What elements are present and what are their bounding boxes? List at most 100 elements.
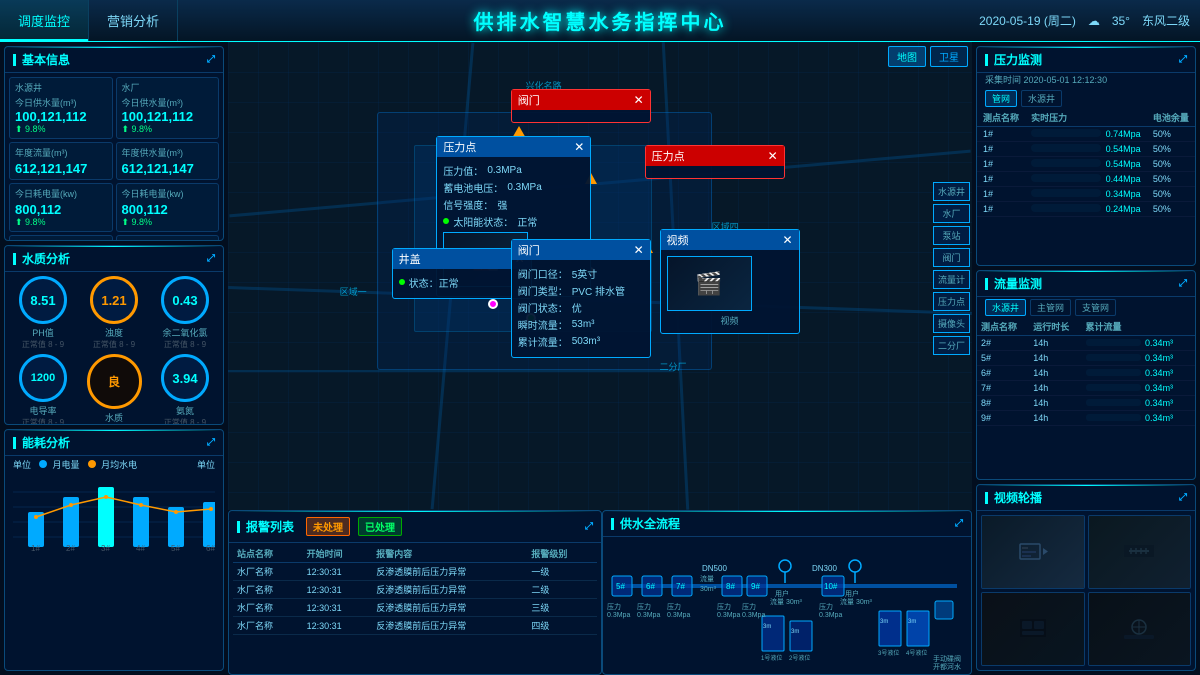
svg-text:2号液位: 2号液位 bbox=[789, 654, 810, 662]
alert-table: 站点名称 开始时间 报警内容 报警级别 水厂名称 12:30:31 反渗透膜前后… bbox=[233, 545, 597, 635]
popup-v2-r4: 瞬时流量： 53m³ bbox=[518, 317, 644, 332]
expand-icon-flowmon[interactable]: ⤢ bbox=[1179, 278, 1187, 289]
map-nav-meter[interactable]: 流量计 bbox=[933, 270, 970, 289]
expand-icon-flow[interactable]: ⤢ bbox=[955, 518, 963, 529]
video-thumb-4[interactable] bbox=[1088, 592, 1192, 666]
svg-text:30m³: 30m³ bbox=[700, 586, 717, 593]
pressure-monitor-title: 压力监测 ⤢ bbox=[977, 47, 1195, 73]
popup-pressure2-close[interactable]: ✕ bbox=[768, 149, 778, 163]
map-nav-camera[interactable]: 摄像头 bbox=[933, 314, 970, 333]
pressure-row-3: 1# 0.54Mpa 50% bbox=[977, 157, 1195, 172]
flow-monitor-tabs: 水源井 主管网 支管网 bbox=[977, 297, 1195, 318]
tab-dispatch[interactable]: 调度监控 bbox=[0, 0, 89, 41]
expand-icon[interactable]: ⤢ bbox=[207, 54, 215, 65]
gauge-ph: 8.51 PH值 正常值 8 - 9 bbox=[9, 276, 77, 350]
map-nav-source[interactable]: 水源井 bbox=[933, 182, 970, 201]
page-title: 供排水智慧水务指挥中心 bbox=[474, 6, 727, 35]
svg-text:4号液位: 4号液位 bbox=[906, 649, 927, 657]
pressure-tabs: 管网 水源井 bbox=[977, 88, 1195, 109]
flow-row-3: 6# 14h 0.34m³ bbox=[977, 366, 1195, 381]
flow-table: 测点名称 运行时长 累计流量 2# 14h 0.34m³ 5# 14h bbox=[977, 318, 1195, 426]
svg-text:0.3Mpa: 0.3Mpa bbox=[742, 612, 765, 619]
svg-text:0.3Mpa: 0.3Mpa bbox=[667, 612, 690, 619]
gauge-turbidity: 1.21 浊度 正常值 8 - 9 bbox=[80, 276, 148, 350]
flow-monitor-section: 流量监测 ⤢ 水源井 主管网 支管网 测点名称 运行时长 累计流量 2# bbox=[976, 270, 1196, 480]
map-nav-pressure[interactable]: 压力点 bbox=[933, 292, 970, 311]
main-layout: 基本信息 ⤢ 水源井 今日供水量(m³) 100,121,112 ⬆ 9.8% … bbox=[0, 42, 1200, 675]
center-panel: 兴化名路 区域一 区域四 二分厂 地图 卫星 水源井 水厂 泵站 阀门 流量计 … bbox=[228, 42, 972, 675]
map-nav-drain[interactable]: 二分厂 bbox=[933, 336, 970, 355]
pressure-table-body: 1# 0.74Mpa 50% 1# 0.54Mpa 50% 1# bbox=[977, 127, 1195, 217]
pressure-row-1: 1# 0.74Mpa 50% bbox=[977, 127, 1195, 142]
info-card-annual-power2: 年度耗电量(kw) 800,112 bbox=[116, 235, 220, 241]
svg-text:压力: 压力 bbox=[607, 602, 621, 611]
video-broadcast-section: 视频轮播 ⤢ bbox=[976, 484, 1196, 671]
expand-icon-energy[interactable]: ⤢ bbox=[207, 437, 215, 448]
gauge-conductivity: 1200 电导率 正常值 8 - 9 bbox=[9, 354, 77, 425]
map-nav-valve[interactable]: 阀门 bbox=[933, 248, 970, 267]
water-flow-section: 供水全流程 ⤢ DN500 流量 30m³ DN300 bbox=[602, 510, 972, 675]
pressure-tab-network[interactable]: 管网 bbox=[985, 90, 1017, 107]
popup-video-close[interactable]: ✕ bbox=[782, 233, 792, 247]
energy-section: 能耗分析 ⤢ 单位 月电量 月均水电 单位 bbox=[4, 429, 224, 671]
expand-icon-pressure[interactable]: ⤢ bbox=[1179, 54, 1187, 65]
video-thumb-2[interactable] bbox=[1088, 515, 1192, 589]
alert-table-head: 站点名称 开始时间 报警内容 报警级别 bbox=[233, 545, 597, 563]
status-processed[interactable]: 已处理 bbox=[358, 517, 402, 536]
popup-pressure2: 压力点 ✕ bbox=[645, 145, 785, 179]
map-nav-plant[interactable]: 水厂 bbox=[933, 204, 970, 223]
map-nav-pump[interactable]: 泵站 bbox=[933, 226, 970, 245]
svg-text:3m: 3m bbox=[880, 619, 888, 625]
header-info: 2020-05-19 (周二) ☁ 35° 东风二级 bbox=[979, 12, 1190, 29]
popup-p1-row4: 太阳能状态： 正常 bbox=[443, 214, 584, 229]
svg-text:0.3Mpa: 0.3Mpa bbox=[607, 612, 630, 619]
svg-text:3m: 3m bbox=[763, 624, 771, 630]
legend-avg: 月均水电 bbox=[88, 458, 138, 471]
popup-p1-row1: 压力值： 0.3MPa bbox=[443, 163, 584, 178]
gauge-circle-turbidity: 1.21 bbox=[90, 276, 138, 324]
map-area[interactable]: 兴化名路 区域一 区域四 二分厂 地图 卫星 水源井 水厂 泵站 阀门 流量计 … bbox=[228, 42, 972, 510]
svg-text:6#: 6# bbox=[206, 544, 215, 552]
flow-monitor-title: 流量监测 ⤢ bbox=[977, 271, 1195, 297]
pressure-bar-3 bbox=[1031, 159, 1101, 167]
map-side-nav: 水源井 水厂 泵站 阀门 流量计 压力点 摄像头 二分厂 bbox=[933, 182, 970, 355]
video-thumb-1[interactable] bbox=[981, 515, 1085, 589]
svg-text:4#: 4# bbox=[136, 544, 145, 552]
gauge-ammonia: 3.94 氨氮 正常值 8 - 9 bbox=[151, 354, 219, 425]
tab-marketing[interactable]: 营销分析 bbox=[89, 0, 178, 41]
popup-valve1-close[interactable]: ✕ bbox=[634, 93, 644, 107]
status-unprocessed[interactable]: 未处理 bbox=[306, 517, 350, 536]
popup-pressure1-close[interactable]: ✕ bbox=[574, 140, 584, 154]
expand-icon-alert[interactable]: ⤢ bbox=[585, 521, 593, 532]
expand-icon-video[interactable]: ⤢ bbox=[1179, 492, 1187, 503]
video-placeholder-1 bbox=[982, 516, 1084, 588]
info-card-source-well: 水源井 今日供水量(m³) 100,121,112 ⬆ 9.8% bbox=[9, 77, 113, 139]
popup-valve1-header: 阀门 ✕ bbox=[512, 90, 650, 110]
popup-valve2-close[interactable]: ✕ bbox=[634, 243, 644, 257]
map-btn-map[interactable]: 地图 bbox=[888, 46, 926, 67]
map-road-5 bbox=[228, 370, 674, 372]
basic-info-section: 基本信息 ⤢ 水源井 今日供水量(m³) 100,121,112 ⬆ 9.8% … bbox=[4, 46, 224, 241]
gauge-grid-1: 8.51 PH值 正常值 8 - 9 1.21 浊度 正常值 8 - 9 0.4… bbox=[5, 272, 223, 352]
flow-tab-main[interactable]: 主管网 bbox=[1030, 299, 1071, 316]
popup-v2-r3: 阀门状态： 优 bbox=[518, 300, 644, 315]
flow-row-6: 9# 14h 0.34m³ bbox=[977, 411, 1195, 426]
gauge-grid-2: 1200 电导率 正常值 8 - 9 良 水质 3.94 氨氮 正常值 8 - … bbox=[5, 352, 223, 425]
flow-tab-branch[interactable]: 支管网 bbox=[1075, 299, 1116, 316]
pressure-tab-source[interactable]: 水源井 bbox=[1021, 90, 1062, 107]
alert-table-body: 水厂名称 12:30:31 反渗透膜前后压力异常 一级 水厂名称 12:30:3… bbox=[233, 563, 597, 635]
energy-title: 能耗分析 ⤢ bbox=[5, 430, 223, 456]
map-btn-satellite[interactable]: 卫星 bbox=[930, 46, 968, 67]
popup-well-header: 井盖 ✕ bbox=[393, 249, 531, 269]
pressure-bar-4 bbox=[1031, 174, 1101, 182]
flow-tab-source[interactable]: 水源井 bbox=[985, 299, 1026, 316]
expand-icon-wq[interactable]: ⤢ bbox=[207, 253, 215, 264]
pressure-bar-1 bbox=[1031, 129, 1101, 137]
pressure-bar-6 bbox=[1031, 204, 1101, 212]
gauge-quality: 良 水质 bbox=[80, 354, 148, 425]
flow-bar-2 bbox=[1086, 354, 1141, 361]
pressure-time: 采集时间 2020-05-01 12:12:30 bbox=[977, 73, 1195, 88]
popup-video-header: 视频 ✕ bbox=[661, 230, 799, 250]
svg-text:压力: 压力 bbox=[717, 602, 731, 611]
video-thumb-3[interactable] bbox=[981, 592, 1085, 666]
